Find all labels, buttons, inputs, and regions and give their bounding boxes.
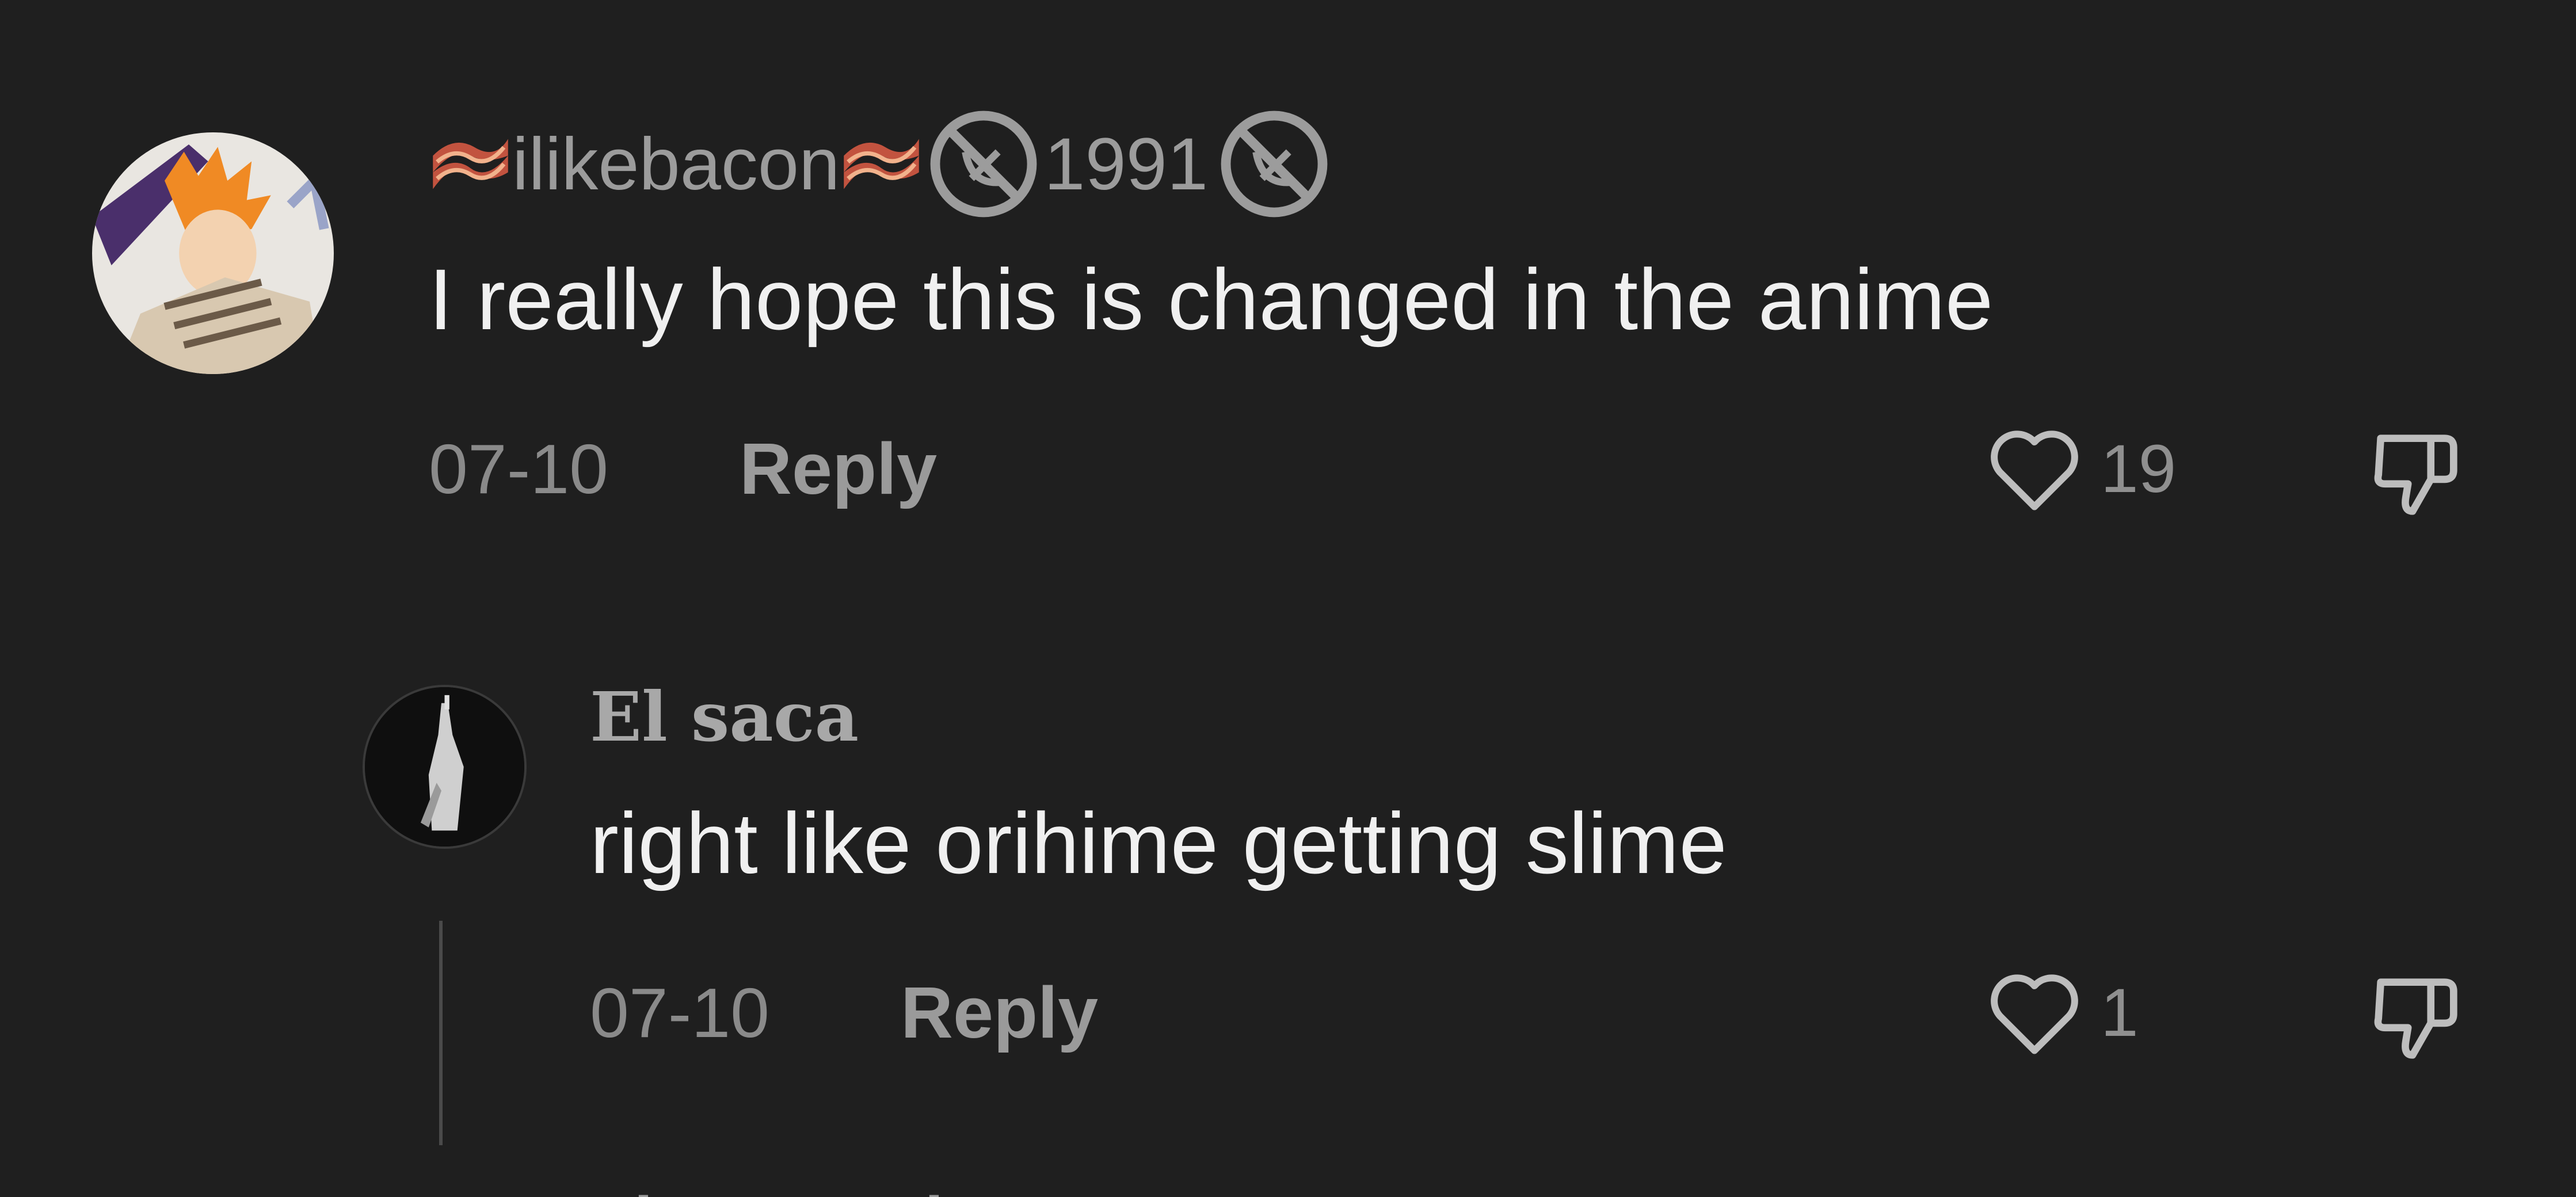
thread-line: [439, 921, 443, 1145]
thumbs-down-icon: [2374, 434, 2457, 515]
avatar-el-saca[interactable]: [363, 685, 527, 849]
avatar-image: [365, 687, 524, 847]
bacon-icon: [429, 129, 512, 199]
like-button[interactable]: 19: [1980, 417, 2176, 521]
comment-text: right like orihime getting slime: [590, 795, 1727, 891]
no-hammer-sickle-icon: [1214, 104, 1335, 224]
comment-text: I really hope this is changed in the ani…: [429, 251, 1994, 348]
reply-button[interactable]: Reply: [901, 973, 1098, 1053]
avatar-image: [92, 132, 334, 374]
no-hammer-sickle-icon: [923, 104, 1044, 224]
bacon-icon: [840, 129, 923, 199]
like-button[interactable]: 1: [1980, 961, 2139, 1065]
heart-icon: [1980, 416, 2089, 523]
view-replies-button[interactable]: View 1 reply: [590, 1181, 981, 1197]
reply-button[interactable]: Reply: [740, 429, 937, 509]
comment-date: 07-10: [590, 974, 770, 1052]
thumbs-down-icon: [2374, 978, 2457, 1059]
username-text: ilikebacon: [512, 123, 840, 205]
username-ilikebacon[interactable]: ilikebacon 1991: [429, 110, 1335, 218]
username-suffix: 1991: [1044, 123, 1208, 205]
like-count: 1: [2101, 975, 2139, 1051]
avatar-ilikebacon[interactable]: [92, 132, 334, 374]
username-el-saca[interactable]: El saca: [590, 676, 859, 757]
like-count: 19: [2101, 431, 2177, 507]
username-text: El saca: [590, 676, 859, 757]
heart-icon: [1980, 960, 2089, 1066]
comment-date: 07-10: [429, 430, 609, 508]
dislike-button[interactable]: [2360, 964, 2475, 1073]
dislike-button[interactable]: [2360, 420, 2475, 529]
